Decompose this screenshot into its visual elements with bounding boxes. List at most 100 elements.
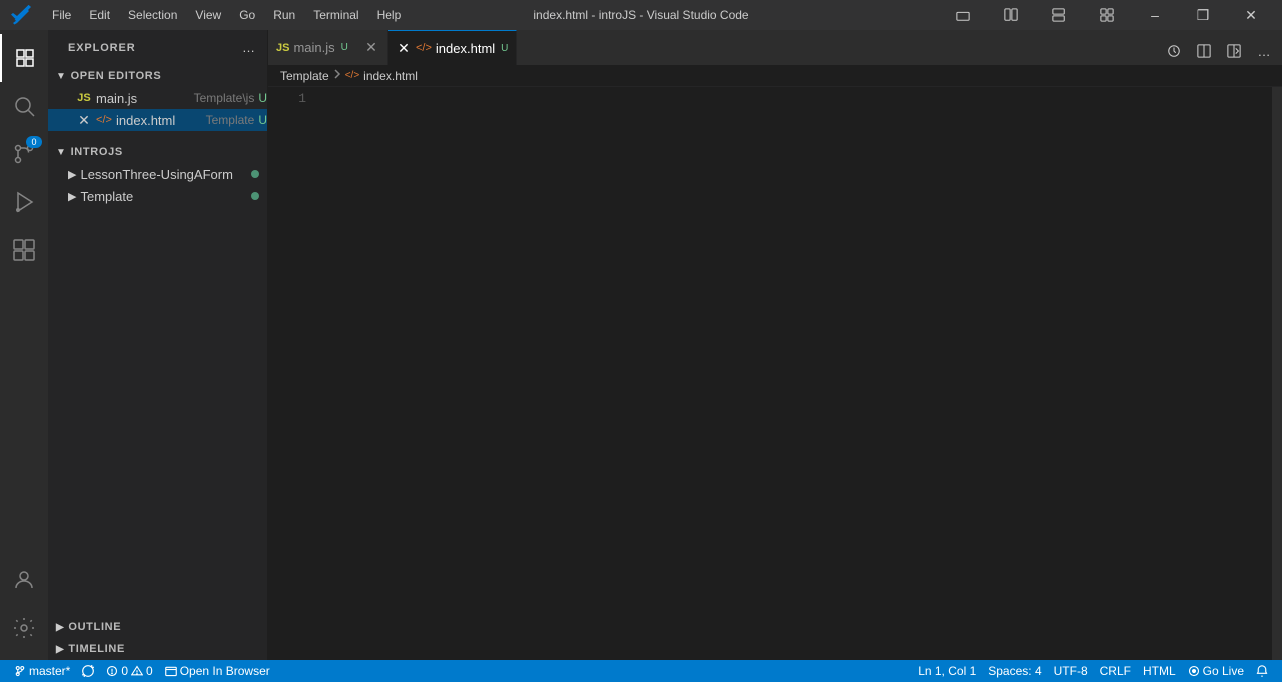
menu-help[interactable]: Help: [369, 6, 410, 24]
minimize-button[interactable]: –: [1132, 0, 1178, 30]
tab-indexhtml-unsaved: U: [501, 43, 508, 54]
introjs-header[interactable]: ▼ IntroJS: [48, 141, 267, 163]
tab-indexhtml[interactable]: ✕ </> index.html U: [388, 30, 517, 65]
tabs-bar: JS main.js U ✕ ✕ </> index.html U: [268, 30, 1282, 65]
activity-search[interactable]: [0, 82, 48, 130]
introjs-label: IntroJS: [71, 146, 123, 158]
activity-extensions[interactable]: [0, 226, 48, 274]
menu-run[interactable]: Run: [265, 6, 303, 24]
activity-settings[interactable]: [0, 604, 48, 652]
outline-chevron: ▶: [56, 622, 64, 633]
introjs-section: ▼ IntroJS ▶ LessonThree-UsingAForm ▶ Tem…: [48, 135, 267, 207]
status-open-browser[interactable]: Open In Browser: [159, 660, 276, 682]
activity-run[interactable]: [0, 178, 48, 226]
menu-file[interactable]: File: [44, 6, 79, 24]
scrollbar-vertical[interactable]: [1272, 87, 1282, 660]
title-bar-left: File Edit Selection View Go Run Terminal…: [8, 0, 409, 30]
activity-explorer[interactable]: [0, 34, 48, 82]
tab-mainjs-close[interactable]: ✕: [363, 40, 379, 56]
notification-icon: [1256, 665, 1268, 677]
sidebar-title: Explorer: [68, 42, 136, 54]
line-numbers: 1: [268, 87, 318, 660]
sync-icon: [82, 665, 94, 677]
indexhtml-filename: index.html: [116, 113, 202, 128]
sidebar-file-indexhtml[interactable]: ✕ </> index.html Template U: [48, 109, 267, 131]
line-number-1: 1: [268, 89, 306, 108]
menu-view[interactable]: View: [187, 6, 229, 24]
timeline-label: Timeline: [68, 643, 125, 655]
indexhtml-badge: U: [258, 113, 267, 127]
breadcrumb-file-container: </> index.html: [345, 69, 418, 83]
menu-selection[interactable]: Selection: [120, 6, 185, 24]
title-bar-controls: – ❒ ✕: [940, 0, 1274, 30]
tab-mainjs[interactable]: JS main.js U ✕: [268, 30, 388, 65]
tab-more-btn[interactable]: …: [1250, 37, 1278, 65]
lessonthree-name: LessonThree-UsingAForm: [80, 167, 232, 182]
layout-btn-2[interactable]: [988, 0, 1034, 30]
template-chevron: ▶: [68, 190, 76, 203]
sidebar-file-mainjs[interactable]: JS main.js Template\js U: [48, 87, 267, 109]
sidebar: Explorer … ▼ Open Editors JS main.js Tem…: [48, 30, 268, 660]
layout-btn-1[interactable]: [940, 0, 986, 30]
sidebar-spacer: [48, 207, 267, 616]
sidebar-more-icon[interactable]: …: [242, 40, 255, 55]
status-branch[interactable]: master*: [8, 660, 76, 682]
timeline-section[interactable]: ▶ Timeline: [48, 638, 267, 660]
layout-btn-4[interactable]: [1084, 0, 1130, 30]
outline-section[interactable]: ▶ Outline: [48, 616, 267, 638]
folder-lessonthree[interactable]: ▶ LessonThree-UsingAForm: [48, 163, 267, 185]
tabs-actions: …: [1156, 37, 1282, 65]
indexhtml-filepath: Template: [206, 113, 255, 127]
main-layout: 0: [0, 30, 1282, 660]
live-label: Go Live: [1203, 664, 1244, 678]
breadcrumb-file-icon: </>: [345, 70, 359, 81]
branch-name: master*: [29, 664, 70, 678]
menu-terminal[interactable]: Terminal: [305, 6, 366, 24]
indexhtml-close[interactable]: ✕: [76, 112, 92, 128]
restore-button[interactable]: ❒: [1180, 0, 1226, 30]
tab-mainjs-unsaved: U: [341, 42, 348, 53]
menu-bar: File Edit Selection View Go Run Terminal…: [44, 6, 409, 24]
tab-indexhtml-close[interactable]: ✕: [396, 40, 412, 56]
status-bar: master* 0 0 Open In Browser Ln 1, Col 1 …: [0, 660, 1282, 682]
menu-edit[interactable]: Edit: [81, 6, 118, 24]
breadcrumb-folder[interactable]: Template: [280, 69, 329, 83]
tab-indexhtml-name: index.html: [436, 41, 495, 56]
sidebar-header-actions[interactable]: …: [242, 40, 255, 55]
breadcrumb-separator: [333, 68, 341, 83]
window-title: index.html - introJS - Visual Studio Cod…: [533, 8, 748, 22]
timeline-chevron: ▶: [56, 644, 64, 655]
editor-area: JS main.js U ✕ ✕ </> index.html U: [268, 30, 1282, 660]
status-notifications[interactable]: [1250, 660, 1274, 682]
breadcrumb-file[interactable]: index.html: [363, 69, 418, 83]
template-change-dot: [251, 192, 259, 200]
status-spaces[interactable]: Spaces: 4: [982, 660, 1047, 682]
open-editors-header[interactable]: ▼ Open Editors: [48, 65, 267, 87]
activity-account[interactable]: [0, 556, 48, 604]
editor-code[interactable]: [318, 87, 1272, 660]
activity-source-control[interactable]: 0: [0, 130, 48, 178]
status-encoding[interactable]: UTF-8: [1048, 660, 1094, 682]
sidebar-header: Explorer …: [48, 30, 267, 65]
warning-count: 0: [146, 664, 153, 678]
status-right: Ln 1, Col 1 Spaces: 4 UTF-8 CRLF HTML Go…: [912, 660, 1274, 682]
status-language[interactable]: HTML: [1137, 660, 1182, 682]
outline-label: Outline: [68, 621, 121, 633]
layout-btn-3[interactable]: [1036, 0, 1082, 30]
menu-go[interactable]: Go: [231, 6, 263, 24]
tab-split-btn[interactable]: [1220, 37, 1248, 65]
status-line-ending[interactable]: CRLF: [1094, 660, 1137, 682]
status-errors[interactable]: 0 0: [100, 660, 158, 682]
warning-icon: [131, 665, 143, 677]
tab-history-btn[interactable]: [1160, 37, 1188, 65]
folder-template[interactable]: ▶ Template: [48, 185, 267, 207]
status-live[interactable]: Go Live: [1182, 660, 1250, 682]
close-button[interactable]: ✕: [1228, 0, 1274, 30]
vscode-logo: [8, 0, 38, 30]
status-position[interactable]: Ln 1, Col 1: [912, 660, 982, 682]
mainjs-filepath: Template\js: [194, 91, 255, 105]
status-sync[interactable]: [76, 660, 100, 682]
spaces-label: Spaces: 4: [988, 664, 1041, 678]
open-editors-chevron: ▼: [56, 71, 67, 82]
tab-layout-btn[interactable]: [1190, 37, 1218, 65]
